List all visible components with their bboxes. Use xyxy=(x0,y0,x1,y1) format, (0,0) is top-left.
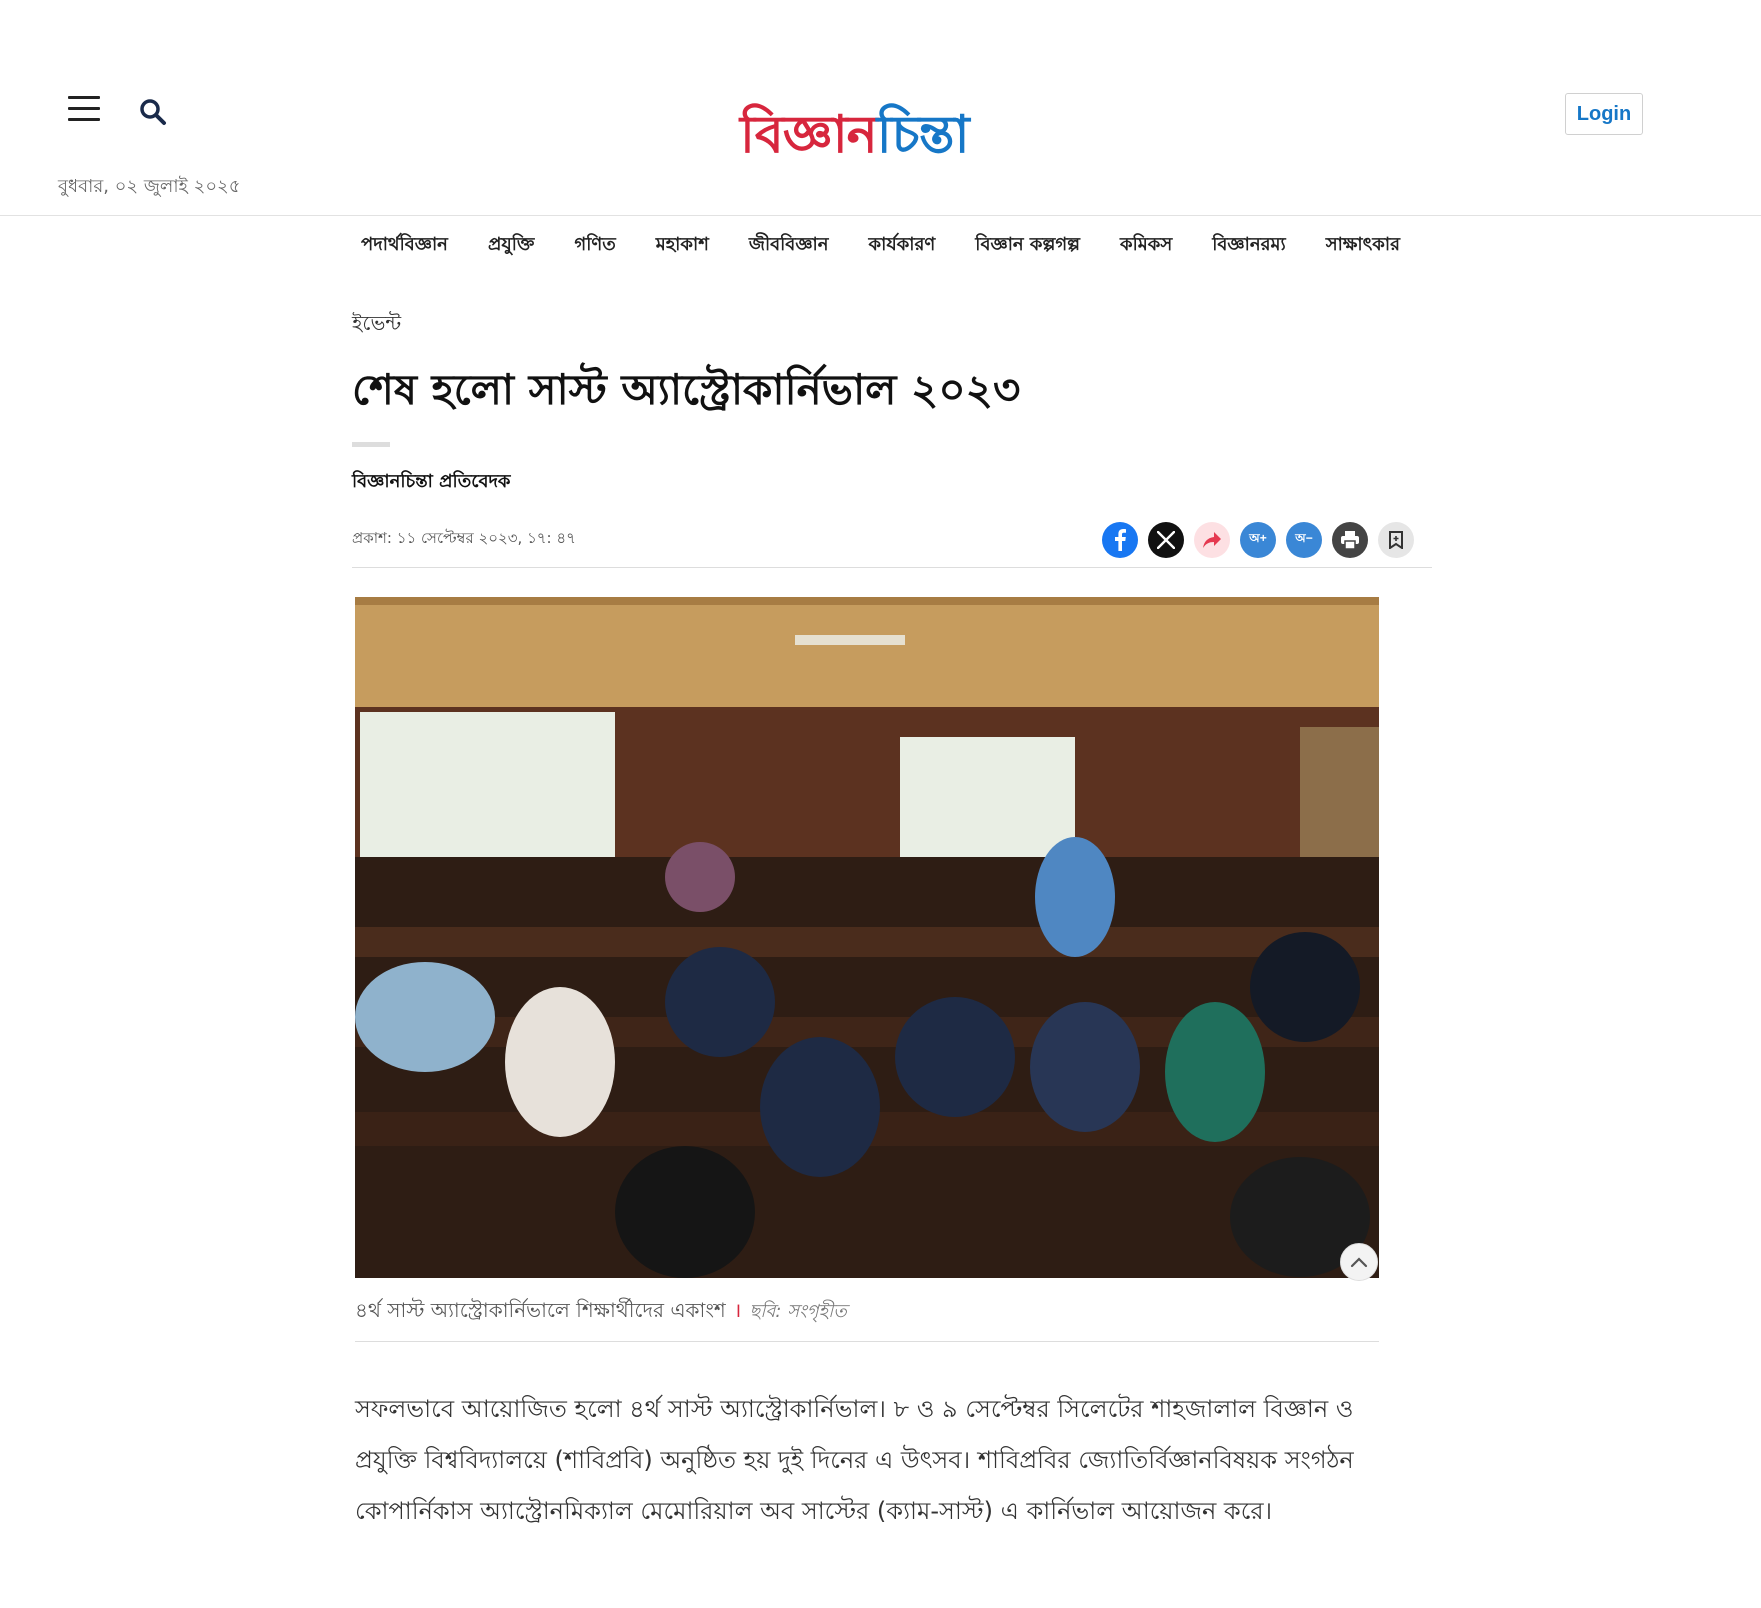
search-icon[interactable] xyxy=(138,97,168,127)
facebook-icon[interactable] xyxy=(1102,521,1138,558)
caption-divider xyxy=(355,1341,1379,1342)
nav-item-science-humor[interactable]: বিজ্ঞানরম্য xyxy=(1212,230,1285,261)
photo-credit: ছবি: সংগৃহীত xyxy=(749,1301,847,1322)
nav-item-math[interactable]: গণিত xyxy=(574,230,615,261)
font-increase-button[interactable]: অ+ xyxy=(1240,521,1276,558)
current-date: বুধবার, ০২ জুলাই ২০২৫ xyxy=(58,176,241,197)
caption-separator: । xyxy=(733,1298,742,1322)
bookmark-icon[interactable] xyxy=(1378,521,1414,558)
published-date: প্রকাশ: ১১ সেপ্টেম্বর ২০২৩, ১৭: ৪৭ xyxy=(352,529,576,547)
article-category[interactable]: ইভেন্ট xyxy=(352,309,1432,342)
share-toolbar: অ+ অ− xyxy=(1102,521,1414,558)
article-author[interactable]: বিজ্ঞানচিন্তা প্রতিবেদক xyxy=(352,467,1432,498)
title-divider xyxy=(352,442,390,447)
logo-part-red: বিজ্ঞান xyxy=(740,104,878,165)
x-icon[interactable] xyxy=(1148,521,1184,558)
nav-item-causality[interactable]: কার্যকারণ xyxy=(869,230,936,261)
article-title: শেষ হলো সাস্ট অ্যাস্ট্রোকার্নিভাল ২০২৩ xyxy=(352,365,1021,414)
site-header: বুধবার, ০২ জুলাই ২০২৫ বিজ্ঞানচিন্তা Logi… xyxy=(0,0,1761,216)
nav-item-technology[interactable]: প্রযুক্তি xyxy=(488,230,534,261)
font-decrease-button[interactable]: অ− xyxy=(1286,521,1322,558)
article-photo xyxy=(355,597,1379,1278)
hamburger-icon[interactable] xyxy=(68,96,100,122)
login-button[interactable]: Login xyxy=(1565,93,1643,135)
caption-text: ৪র্থ সাস্ট অ্যাস্ট্রোকার্নিভালে শিক্ষার্… xyxy=(355,1298,726,1322)
share-icon[interactable] xyxy=(1194,521,1230,558)
nav-item-space[interactable]: মহাকাশ xyxy=(656,230,709,261)
nav-item-science-fiction[interactable]: বিজ্ঞান কল্পগল্প xyxy=(975,230,1080,261)
site-logo[interactable]: বিজ্ঞানচিন্তা xyxy=(740,100,970,170)
main-nav: পদার্থবিজ্ঞান প্রযুক্তি গণিত মহাকাশ জীবব… xyxy=(0,222,1761,268)
photo-caption: ৪র্থ সাস্ট অ্যাস্ট্রোকার্নিভালে শিক্ষার্… xyxy=(355,1296,847,1329)
nav-item-physics[interactable]: পদার্থবিজ্ঞান xyxy=(361,230,448,261)
print-icon[interactable] xyxy=(1332,521,1368,558)
article-body: সফলভাবে আয়োজিত হলো ৪র্থ সাস্ট অ্যাস্ট্র… xyxy=(355,1395,1354,1525)
logo-part-blue: চিন্তা xyxy=(876,104,970,165)
nav-item-comics[interactable]: কমিকস xyxy=(1120,230,1172,261)
article-header: ইভেন্ট শেষ হলো সাস্ট অ্যাস্ট্রোকার্নিভাল… xyxy=(352,300,1432,568)
article-meta: প্রকাশ: ১১ সেপ্টেম্বর ২০২৩, ১৭: ৪৭ অ+ অ− xyxy=(352,520,1432,568)
nav-item-interview[interactable]: সাক্ষাৎকার xyxy=(1326,230,1400,261)
chevron-up-icon[interactable] xyxy=(1340,1243,1378,1281)
nav-item-biology[interactable]: জীববিজ্ঞান xyxy=(749,230,829,261)
